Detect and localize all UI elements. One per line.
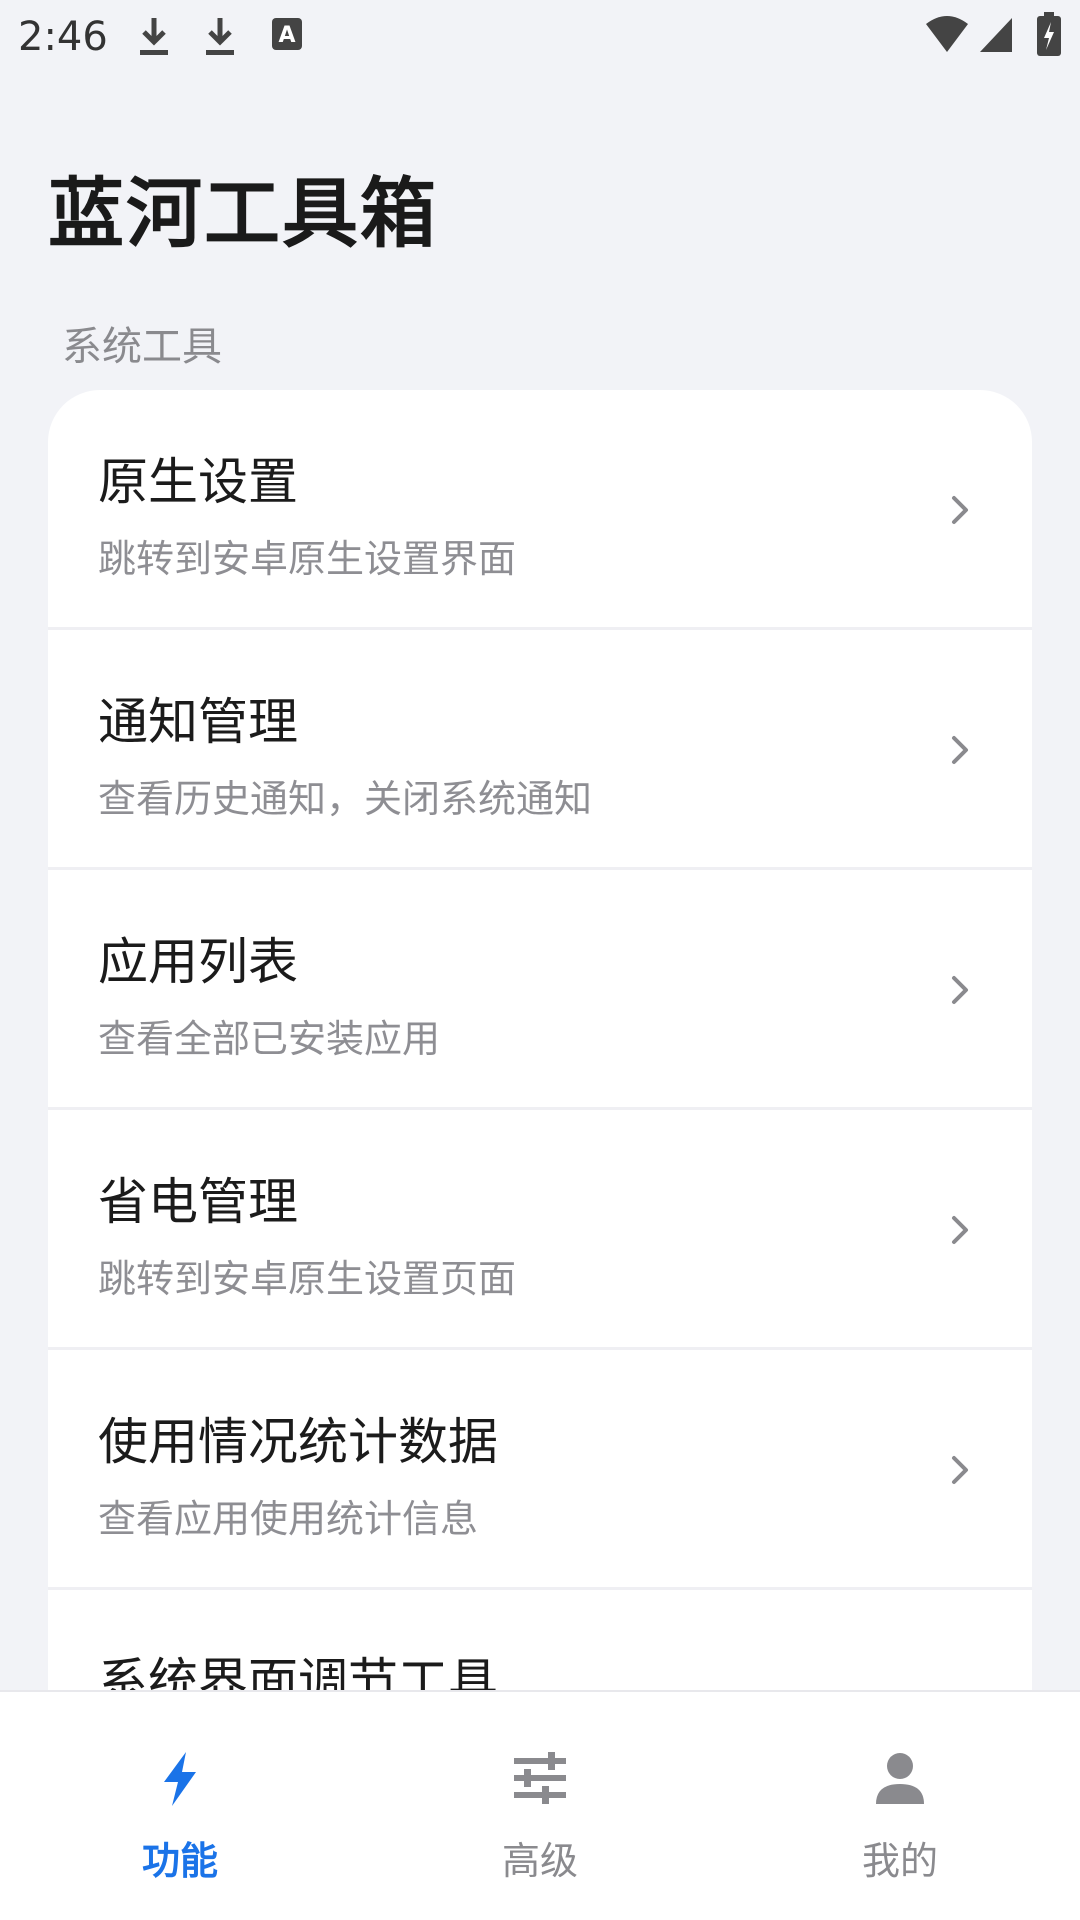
tab-label: 高级 xyxy=(501,1839,578,1883)
bolt-icon xyxy=(150,1748,210,1808)
battery-charging-icon xyxy=(1036,12,1062,60)
list-item-notification-management[interactable]: 通知管理 查看历史通知，关闭系统通知 xyxy=(48,630,1032,870)
chevron-right-icon xyxy=(946,970,976,1010)
chevron-right-icon xyxy=(946,730,976,770)
list-item-system-ui-tuner[interactable]: 系统界面调节工具 xyxy=(48,1590,1032,1690)
section-label: 系统工具 xyxy=(62,324,222,370)
item-title: 应用列表 xyxy=(98,933,298,991)
item-subtitle: 跳转到安卓原生设置界面 xyxy=(98,537,517,581)
tab-advanced[interactable]: 高级 xyxy=(360,1692,720,1920)
item-subtitle: 查看应用使用统计信息 xyxy=(98,1497,479,1541)
accessibility-a-icon: A xyxy=(270,14,304,58)
chevron-right-icon xyxy=(946,1210,976,1250)
chevron-right-icon xyxy=(946,490,976,530)
tab-label: 功能 xyxy=(141,1839,218,1883)
list-item-power-saving[interactable]: 省电管理 跳转到安卓原生设置页面 xyxy=(48,1110,1032,1350)
status-bar: 2:46 A xyxy=(0,0,1080,76)
list-item-app-list[interactable]: 应用列表 查看全部已安装应用 xyxy=(48,870,1032,1110)
tool-list: 原生设置 跳转到安卓原生设置界面 通知管理 查看历史通知，关闭系统通知 应用列表… xyxy=(48,390,1032,1690)
download-icon xyxy=(202,14,238,62)
item-subtitle: 跳转到安卓原生设置页面 xyxy=(98,1257,517,1301)
item-subtitle: 查看历史通知，关闭系统通知 xyxy=(98,777,593,821)
item-title: 使用情况统计数据 xyxy=(98,1413,498,1471)
item-title: 原生设置 xyxy=(98,453,298,511)
item-subtitle: 查看全部已安装应用 xyxy=(98,1017,441,1061)
app-title: 蓝河工具箱 xyxy=(48,169,438,258)
sliders-icon xyxy=(510,1748,570,1808)
svg-text:A: A xyxy=(278,23,295,48)
person-icon xyxy=(870,1748,930,1808)
tab-features[interactable]: 功能 xyxy=(0,1692,360,1920)
item-title: 通知管理 xyxy=(98,693,298,751)
bottom-nav: 功能 高级 我的 xyxy=(0,1690,1080,1920)
item-title: 系统界面调节工具 xyxy=(98,1653,498,1690)
tab-mine[interactable]: 我的 xyxy=(720,1692,1080,1920)
status-time: 2:46 xyxy=(18,14,108,60)
screen: 2:46 A 蓝河工具箱 系统工具 原生设置 跳转到安卓原生设置界面 通知管理 … xyxy=(0,0,1080,1920)
signal-icon xyxy=(978,16,1014,58)
item-title: 省电管理 xyxy=(98,1173,298,1231)
chevron-right-icon xyxy=(946,1450,976,1490)
list-item-native-settings[interactable]: 原生设置 跳转到安卓原生设置界面 xyxy=(48,390,1032,630)
tab-label: 我的 xyxy=(861,1839,938,1883)
wifi-icon xyxy=(924,14,970,58)
list-item-usage-statistics[interactable]: 使用情况统计数据 查看应用使用统计信息 xyxy=(48,1350,1032,1590)
download-icon xyxy=(136,14,172,62)
